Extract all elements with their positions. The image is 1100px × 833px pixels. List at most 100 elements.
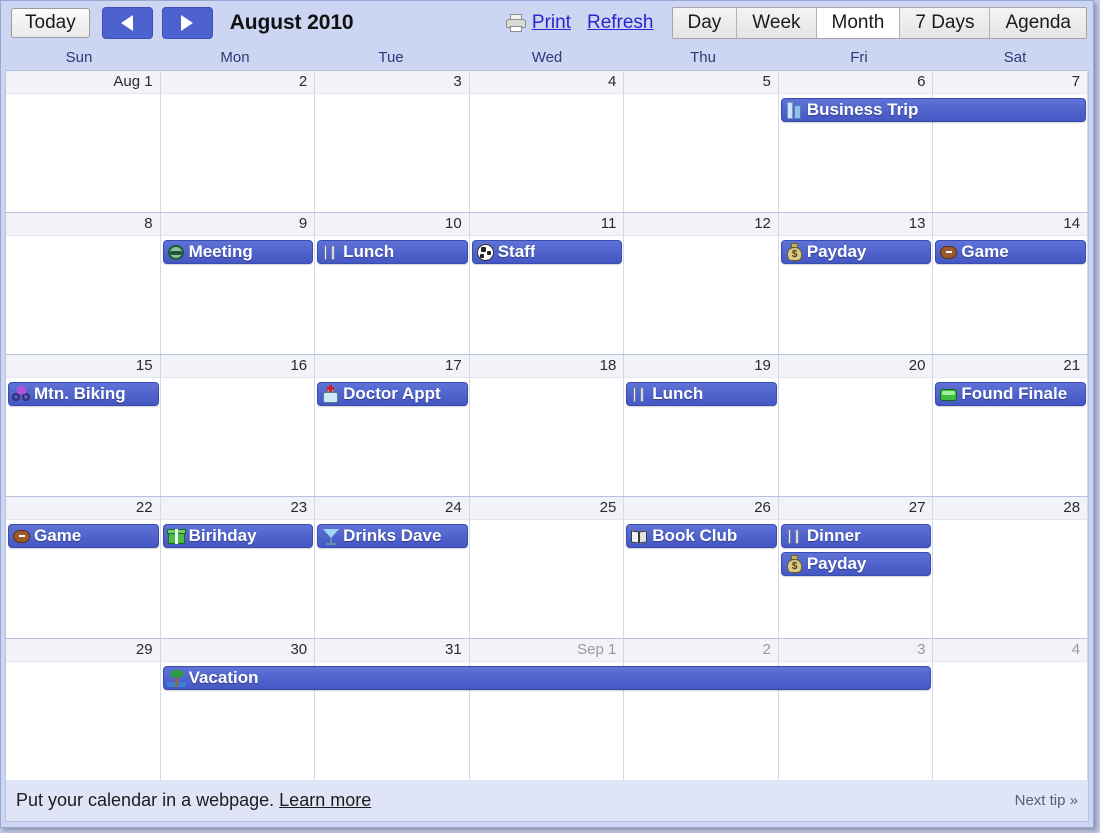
day-cell[interactable]: 3 <box>315 71 470 212</box>
day-cell[interactable]: 2 <box>624 639 779 780</box>
cutlery-icon-knife <box>794 528 799 544</box>
day-date-bar: 27 <box>778 497 933 520</box>
soccer-ball-icon-p2 <box>486 250 491 255</box>
day-number: 9 <box>298 215 308 232</box>
cutlery-icon-knife <box>640 386 645 402</box>
calendar-event[interactable]: Lunch <box>317 240 468 264</box>
soccer-ball-icon-p1 <box>480 246 486 252</box>
day-cell[interactable]: 19 <box>624 355 779 496</box>
calendar-event[interactable]: Staff <box>471 240 623 264</box>
calendar-event[interactable]: Game <box>8 524 159 548</box>
bicycle-icon <box>12 385 31 404</box>
tab-week[interactable]: Week <box>737 7 817 39</box>
day-date-bar: 10 <box>315 213 469 236</box>
weekday-header-tue: Tue <box>378 49 404 66</box>
calendar-event[interactable]: Doctor Appt <box>317 382 468 406</box>
day-cell[interactable]: 28 <box>933 497 1088 638</box>
day-cell[interactable]: 13 <box>778 213 934 354</box>
day-cell[interactable]: Aug 1 <box>6 71 161 212</box>
calendar-event[interactable]: Business Trip <box>780 98 1086 122</box>
book-icon <box>630 527 649 546</box>
day-number: 25 <box>599 499 617 516</box>
day-date-bar: 22 <box>6 497 160 520</box>
weekday-header-thu: Thu <box>690 49 716 66</box>
weekday-header-wed: Wed <box>531 49 563 66</box>
day-date-bar: 3 <box>778 639 933 662</box>
day-date-bar: 11 <box>469 213 624 236</box>
calendar-event[interactable]: Drinks Dave <box>317 524 468 548</box>
day-cell[interactable]: 21 <box>933 355 1088 496</box>
calendar-event[interactable]: $ Payday <box>780 552 932 576</box>
cutlery-icon-fork <box>324 244 328 260</box>
tab-agenda[interactable]: Agenda <box>990 7 1086 39</box>
day-cell[interactable]: 30 <box>160 639 316 780</box>
day-cell[interactable]: 26 <box>624 497 779 638</box>
calendar-event[interactable]: Vacation <box>162 666 932 690</box>
day-cell[interactable]: 25 <box>469 497 625 638</box>
calendar-event-title: Drinks Dave <box>343 526 442 545</box>
calendar-event[interactable]: $ Payday <box>780 240 932 264</box>
day-cell[interactable]: 15 <box>6 355 161 496</box>
day-number: 12 <box>754 215 771 232</box>
building-icon-b2 <box>793 104 801 119</box>
money-bag-icon-s: $ <box>791 248 798 260</box>
day-cell[interactable]: 31 <box>315 639 470 780</box>
day-number: 28 <box>1063 499 1081 516</box>
print-link[interactable]: Print <box>532 12 571 34</box>
calendar-event[interactable]: Book Club <box>626 524 777 548</box>
bicycle-icon-w2 <box>22 392 30 401</box>
calendar-event-title: Doctor Appt <box>343 384 441 403</box>
learn-more-link[interactable]: Learn more <box>279 790 371 811</box>
day-number: 11 <box>600 215 617 232</box>
day-cell[interactable]: 2 <box>160 71 316 212</box>
day-cell[interactable]: 22 <box>6 497 161 638</box>
day-cell[interactable]: 17 <box>315 355 470 496</box>
day-cell[interactable]: 6 <box>778 71 934 212</box>
day-date-bar: 3 <box>315 71 469 94</box>
day-cell[interactable]: 16 <box>160 355 316 496</box>
day-cell[interactable]: Sep 1 <box>469 639 625 780</box>
day-cell[interactable]: 10 <box>315 213 470 354</box>
tab-7-days[interactable]: 7 Days <box>900 7 991 39</box>
day-date-bar: 5 <box>624 71 778 94</box>
today-button[interactable]: Today <box>11 7 90 39</box>
day-number: 3 <box>453 73 462 90</box>
day-number: 7 <box>1071 73 1081 90</box>
day-cell[interactable]: 5 <box>624 71 779 212</box>
day-cell[interactable]: 12 <box>624 213 779 354</box>
tab-day[interactable]: Day <box>672 7 738 39</box>
day-cell[interactable]: 20 <box>778 355 934 496</box>
previous-month-button[interactable] <box>101 7 153 39</box>
day-date-bar: 24 <box>315 497 469 520</box>
next-tip-link[interactable]: Next tip » <box>1015 792 1078 809</box>
day-cell[interactable]: 11 <box>469 213 625 354</box>
next-month-button[interactable] <box>161 7 213 39</box>
day-cell[interactable]: 24 <box>315 497 470 638</box>
calendar-event[interactable]: Dinner <box>780 524 932 548</box>
day-date-bar: 19 <box>624 355 778 378</box>
refresh-link[interactable]: Refresh <box>587 12 654 34</box>
soccer-ball-icon <box>476 243 495 262</box>
day-cell[interactable]: 4 <box>933 639 1088 780</box>
calendar-event[interactable]: Birihday <box>162 524 314 548</box>
day-cell[interactable]: 18 <box>469 355 625 496</box>
cutlery-icon-fork <box>787 528 791 544</box>
day-cell[interactable]: 7 <box>933 71 1088 212</box>
day-cell[interactable]: 29 <box>6 639 161 780</box>
calendar-event[interactable]: Lunch <box>626 382 777 406</box>
calendar-event[interactable]: Mtn. Biking <box>8 382 159 406</box>
day-number: 30 <box>290 641 308 658</box>
day-number: 23 <box>290 499 308 516</box>
calendar-event[interactable]: Found Finale <box>935 382 1086 406</box>
day-cell[interactable]: 14 <box>933 213 1088 354</box>
calendar-event[interactable]: Meeting <box>162 240 314 264</box>
day-cell[interactable]: 3 <box>778 639 934 780</box>
day-cell[interactable]: 4 <box>469 71 625 212</box>
day-cell[interactable]: 9 <box>160 213 316 354</box>
day-cell[interactable]: 8 <box>6 213 161 354</box>
day-date-bar: 14 <box>933 213 1088 236</box>
day-cell[interactable]: 23 <box>160 497 316 638</box>
day-number: Sep 1 <box>577 641 617 658</box>
tab-month[interactable]: Month <box>816 7 901 39</box>
calendar-event[interactable]: Game <box>935 240 1086 264</box>
